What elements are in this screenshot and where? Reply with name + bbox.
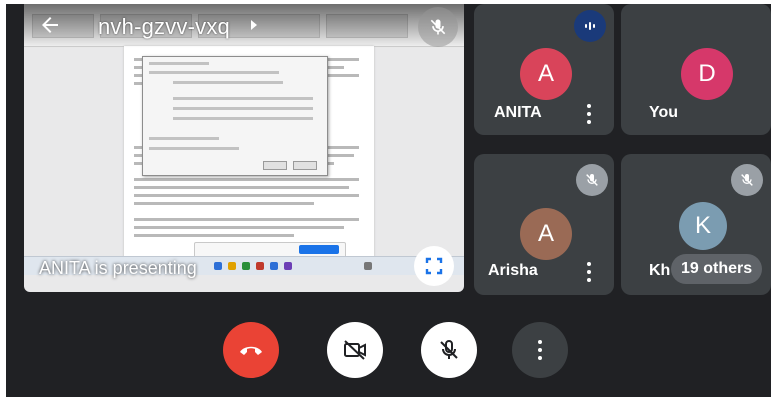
meet-app: nvh-gzvv-vxq ANITA is presenting A ANITA…: [0, 0, 779, 403]
mic-toggle-button[interactable]: [421, 322, 477, 378]
more-options-icon[interactable]: [584, 103, 594, 125]
back-arrow-icon[interactable]: [36, 11, 64, 39]
shared-dialog-window: [142, 56, 328, 176]
participant-tile[interactable]: A ANITA: [474, 4, 614, 135]
mic-off-icon: [731, 164, 763, 196]
avatar: A: [520, 208, 572, 260]
more-options-button[interactable]: [512, 322, 568, 378]
avatar: A: [520, 48, 572, 100]
participant-tile[interactable]: A Arisha: [474, 154, 614, 295]
avatar: K: [679, 202, 727, 250]
more-vert-icon: [535, 339, 545, 361]
others-count-badge[interactable]: 19 others: [671, 254, 763, 284]
participant-name: Kh: [649, 262, 671, 279]
chevron-right-icon[interactable]: [248, 19, 260, 31]
fullscreen-button[interactable]: [414, 246, 454, 286]
phone-hangup-icon: [240, 346, 262, 355]
end-call-button[interactable]: [223, 322, 279, 378]
participant-name: You: [649, 104, 679, 121]
mic-off-icon: [440, 340, 458, 359]
presenting-label: ANITA is presenting: [39, 258, 197, 278]
participant-name: Arisha: [488, 262, 538, 279]
participant-name: ANITA: [494, 104, 542, 121]
top-bar-shade: [24, 4, 464, 48]
others-tile[interactable]: K Kh 19 others: [621, 154, 771, 295]
participant-tile-self[interactable]: D You: [621, 4, 771, 135]
fullscreen-icon: [425, 257, 443, 275]
more-options-icon[interactable]: [584, 261, 594, 283]
meet-window: nvh-gzvv-vxq ANITA is presenting A ANITA…: [6, 4, 771, 397]
camera-toggle-button[interactable]: [327, 322, 383, 378]
presentation-tile[interactable]: nvh-gzvv-vxq ANITA is presenting: [24, 4, 464, 292]
avatar: D: [681, 48, 733, 100]
camera-off-icon: [344, 340, 366, 360]
meeting-code[interactable]: nvh-gzvv-vxq: [98, 14, 230, 40]
mic-off-icon: [418, 7, 458, 47]
speaking-indicator-icon: [574, 10, 606, 42]
mic-off-icon: [576, 164, 608, 196]
